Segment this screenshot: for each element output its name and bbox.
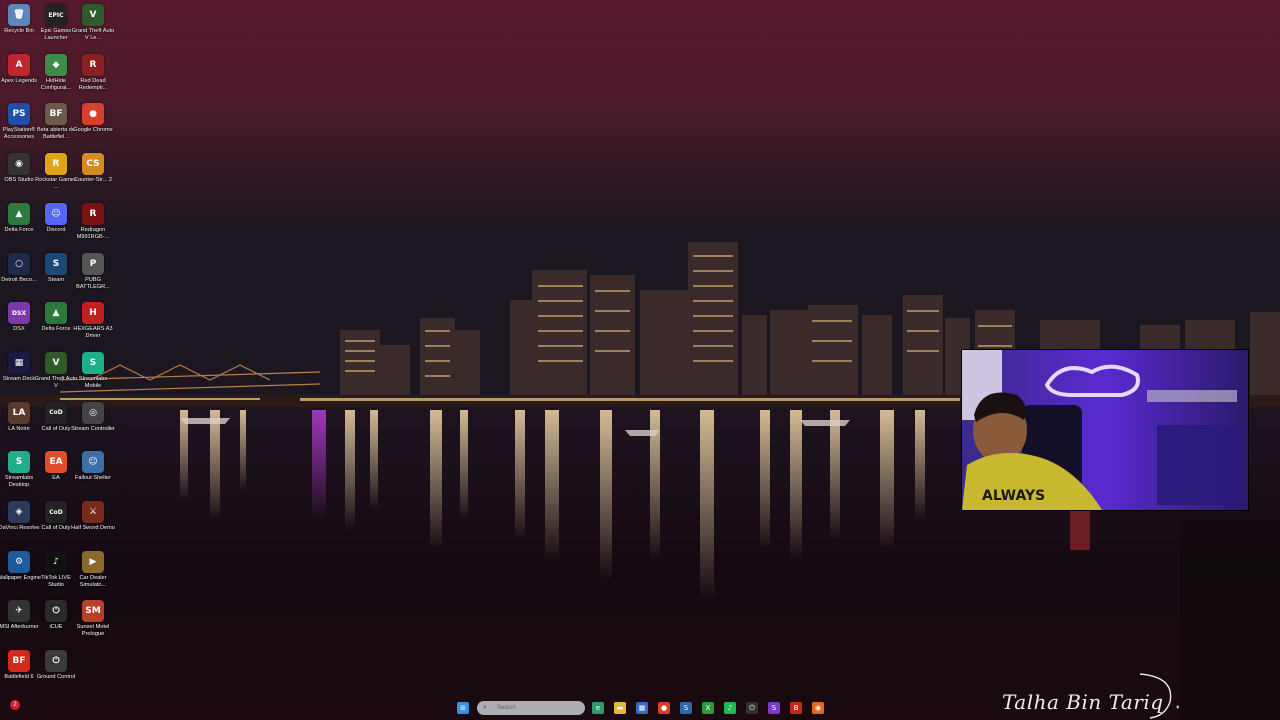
desktop-shortcut-label: Stream Controller xyxy=(71,425,115,432)
chrome-icon: ● xyxy=(82,103,104,126)
chrome-taskbar-icon[interactable]: ● xyxy=(658,702,670,714)
playstation-accessories-icon: PS xyxy=(8,103,30,126)
battlefield-6-icon: BF xyxy=(8,650,30,673)
call-of-duty-icon: CoD xyxy=(45,401,67,424)
webcam-feed: ALWAYS xyxy=(962,350,1248,510)
edge-icon[interactable]: e xyxy=(592,702,604,714)
desktop-shortcut[interactable]: R Red Dead Redempti... xyxy=(74,53,112,102)
search-icon: ⌕ xyxy=(483,704,487,711)
la-noire-icon: LA xyxy=(8,401,30,424)
icue-taskbar-icon[interactable]: ⏻ xyxy=(746,702,758,714)
redragon-icon: R xyxy=(82,202,104,225)
hexgears-icon: H xyxy=(82,302,104,325)
desktop-shortcut-label: Red Dead Redempti... xyxy=(78,77,108,91)
stream-deck-icon: ▦ xyxy=(8,351,30,374)
obs-taskbar-icon[interactable]: ◉ xyxy=(812,702,824,714)
call-of-duty-icon-2: CoD xyxy=(45,501,67,523)
delta-force-icon-2: ▲ xyxy=(45,302,67,325)
webcam-overlay: ALWAYS xyxy=(961,349,1249,511)
obs-icon: ◉ xyxy=(8,153,30,176)
desktop-shortcut[interactable]: ◎ Stream Controller xyxy=(71,401,115,450)
desktop-shortcut-label: Counter-Str... 2 xyxy=(74,177,112,184)
desktop-icon-grid: 🗑 Recycle Bin EPIC Epic Games Launcher V Gran… xyxy=(0,0,115,700)
desktop-shortcut-label: PUBG BATTLEGR... xyxy=(76,276,110,290)
spotify-icon[interactable]: ♪ xyxy=(724,702,736,714)
rockstar-icon: R xyxy=(45,153,67,176)
gta-v-icon-2: V xyxy=(45,351,67,374)
pubg-icon: P xyxy=(82,252,104,275)
battlefield-beta-icon: BF xyxy=(45,103,67,126)
desktop-shortcut-label: Streamlabs Mobile xyxy=(78,375,108,389)
streamlabs-taskbar-icon[interactable]: S xyxy=(768,702,780,714)
car-dealer-icon: ▶ xyxy=(82,550,104,573)
ea-icon: EA xyxy=(45,451,67,474)
svg-text:ALWAYS: ALWAYS xyxy=(982,488,1045,504)
taskbar-search-box[interactable]: ⌕ Search xyxy=(477,701,585,715)
desktop-shortcut-label: Sunset Motel Prologue xyxy=(76,624,110,638)
desktop-shortcut-label: Half Sword Demo xyxy=(71,525,115,531)
battlefield-taskbar-icon[interactable]: B xyxy=(790,702,802,714)
dsx-icon: DSX xyxy=(8,302,30,325)
counter-strike-icon: CS xyxy=(82,153,104,176)
stream-controller-icon: ◎ xyxy=(82,401,104,424)
recycle-bin-icon: 🗑 xyxy=(8,4,30,26)
desktop-shortcut-label: Google Chrome xyxy=(73,127,113,134)
search-placeholder: Search xyxy=(497,705,517,711)
desktop-shortcut[interactable]: ▶ Car Dealer Simulato... xyxy=(74,550,112,599)
desktop-shortcut-label: Fallout Shelter xyxy=(74,475,112,482)
half-sword-icon: ⚔ xyxy=(82,501,104,523)
desktop-shortcut[interactable]: S Streamlabs Mobile xyxy=(74,351,112,400)
desktop-shortcut[interactable]: CS Counter-Str... 2 xyxy=(74,153,112,201)
fallout-shelter-icon: ☺ xyxy=(82,451,104,474)
detroit-icon: ○ xyxy=(8,252,30,275)
store-icon[interactable]: ▦ xyxy=(636,702,648,714)
taskbar: ⊞ e ▬ ▦ ● S X ♪ ⏻ S B ◉ ⌕ Search ♦ xyxy=(0,698,1280,720)
desktop-shortcut-label: Grand Theft Auto V Le... xyxy=(71,28,115,41)
desktop-shortcut[interactable]: SM Sunset Motel Prologue xyxy=(74,600,112,648)
desktop-shortcut[interactable]: H HEXGEARS A3 Driver xyxy=(73,302,113,350)
file-explorer-icon[interactable]: ▬ xyxy=(614,702,626,714)
system-tray-icon[interactable]: ♦ xyxy=(1176,704,1184,712)
desktop-shortcut[interactable]: P PUBG BATTLEGR... xyxy=(74,252,112,301)
gta-v-icon: V xyxy=(82,4,104,26)
desktop-shortcut-label: HEXGEARS A3 Driver xyxy=(73,326,113,340)
icue-icon: ⏻ xyxy=(45,600,67,623)
xbox-icon[interactable]: X xyxy=(702,702,714,714)
desktop-shortcut-label: Redragon M991RGB-... xyxy=(76,226,110,240)
desktop-shortcut[interactable]: ● Google Chrome xyxy=(73,103,113,151)
red-dead-icon: R xyxy=(82,53,104,76)
tiktok-live-icon: ♪ xyxy=(45,550,67,573)
steam-taskbar-icon[interactable]: S xyxy=(680,702,692,714)
steam-icon: S xyxy=(45,252,67,275)
sunset-motel-icon: SM xyxy=(82,600,104,623)
hidhide-icon: ◆ xyxy=(45,53,67,76)
windows-start-icon[interactable]: ⊞ xyxy=(457,702,469,714)
streamlabs-desktop-icon: S xyxy=(8,451,30,474)
desktop-shortcut[interactable]: ⏻ Ground Control xyxy=(37,650,75,698)
desktop-shortcut-label: Car Dealer Simulato... xyxy=(79,574,107,588)
wallpaper-engine-icon: ⚙ xyxy=(8,550,30,573)
desktop-shortcut[interactable]: R Redragon M991RGB-... xyxy=(74,202,112,251)
desktop-shortcut[interactable]: ⚔ Half Sword Demo xyxy=(71,501,115,549)
delta-force-icon: ▲ xyxy=(8,202,30,225)
ground-control-icon: ⏻ xyxy=(45,650,67,673)
desktop-shortcut[interactable]: V Grand Theft Auto V Le... xyxy=(72,4,114,52)
discord-icon: ☺ xyxy=(45,202,67,225)
apex-legends-icon: A xyxy=(8,53,30,76)
notification-badge[interactable]: 2 xyxy=(10,700,20,710)
desktop-shortcut[interactable]: ☺ Fallout Shelter xyxy=(74,451,112,499)
desktop-shortcut-label: Ground Control xyxy=(36,674,76,681)
davinci-resolve-icon: ◈ xyxy=(8,501,30,523)
streamlabs-icon: S xyxy=(82,351,104,374)
epic-games-icon: EPIC xyxy=(45,4,67,26)
msi-afterburner-icon: ✈ xyxy=(8,600,30,623)
